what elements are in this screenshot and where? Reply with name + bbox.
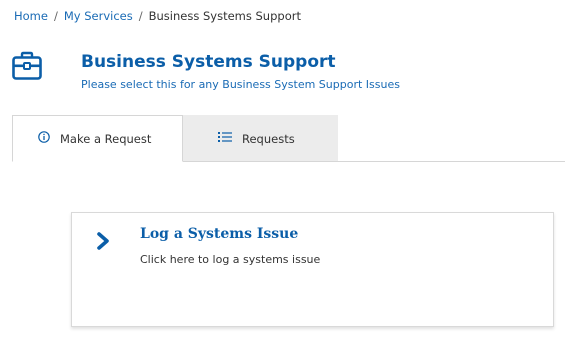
- breadcrumb: Home / My Services / Business Systems Suppor…: [14, 9, 301, 23]
- info-circle-icon: [38, 131, 50, 146]
- chevron-right-icon: [96, 231, 110, 251]
- breadcrumb-separator: /: [53, 9, 58, 23]
- tab-bar: Make a Request Requests: [12, 115, 565, 162]
- card-title: Log a Systems Issue: [140, 226, 299, 242]
- breadcrumb-current: Business Systems Support: [148, 9, 301, 23]
- tab-label: Requests: [242, 131, 295, 146]
- page-subtitle: Please select this for any Business Syst…: [81, 78, 400, 91]
- tab-requests[interactable]: Requests: [183, 115, 338, 162]
- briefcase-icon: [12, 51, 42, 81]
- list-icon: [218, 131, 232, 146]
- log-systems-issue-card[interactable]: Log a Systems Issue Click here to log a …: [71, 212, 554, 327]
- tab-make-a-request[interactable]: Make a Request: [12, 115, 183, 162]
- tab-divider: [183, 161, 565, 162]
- card-description: Click here to log a systems issue: [140, 253, 321, 266]
- page-title: Business Systems Support: [81, 52, 336, 72]
- tab-label: Make a Request: [60, 131, 152, 146]
- breadcrumb-my-services-link[interactable]: My Services: [64, 9, 133, 23]
- breadcrumb-home-link[interactable]: Home: [14, 9, 48, 23]
- breadcrumb-separator: /: [138, 9, 143, 23]
